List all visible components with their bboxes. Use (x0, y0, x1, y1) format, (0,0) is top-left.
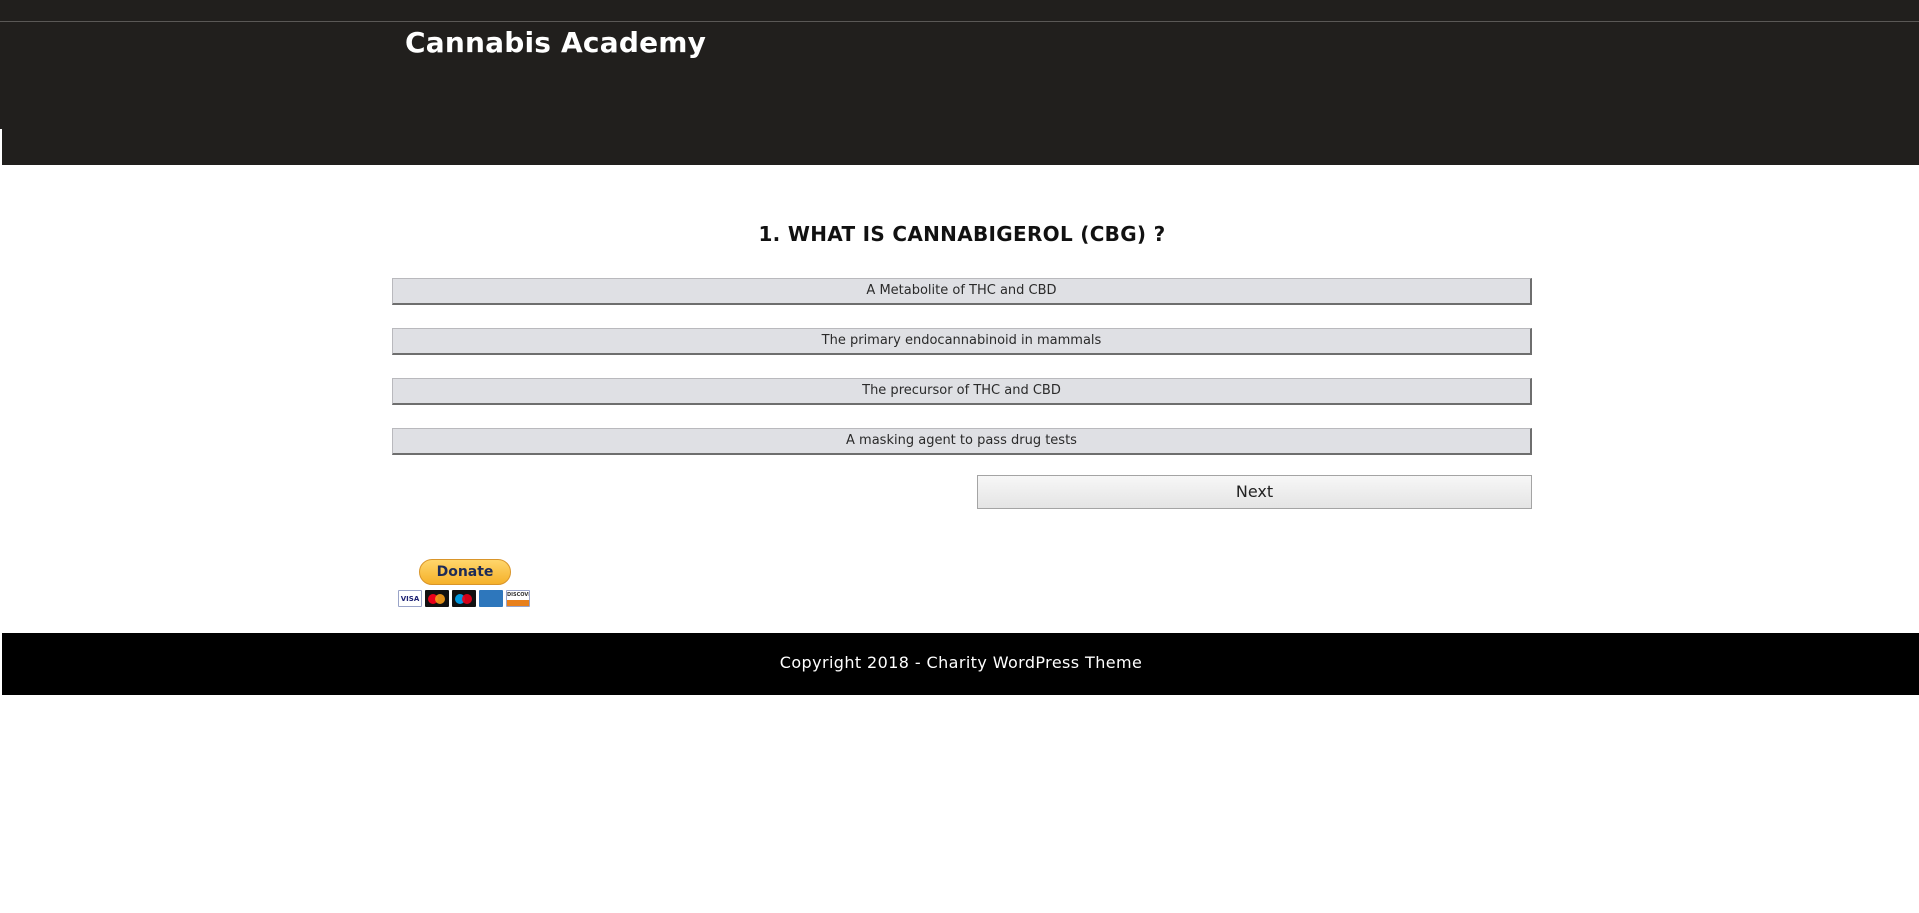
site-header (2, 22, 1919, 165)
site-footer: Copyright 2018 - Charity WordPress Theme (2, 633, 1919, 695)
top-bar (0, 0, 1919, 22)
answer-option-1[interactable]: A Metabolite of THC and CBD (392, 278, 1532, 305)
visa-icon: VISA (398, 590, 422, 607)
donate-button[interactable]: Donate (419, 559, 511, 585)
payment-cards: VISA DISCOVER (398, 590, 530, 607)
answer-option-4[interactable]: A masking agent to pass drug tests (392, 428, 1532, 455)
mastercard-icon (425, 590, 449, 607)
question-title: 1. WHAT IS CANNABIGEROL (CBG) ? (758, 222, 1166, 246)
discover-icon: DISCOVER (506, 590, 530, 607)
answer-option-3[interactable]: The precursor of THC and CBD (392, 378, 1532, 405)
next-button[interactable]: Next (977, 475, 1532, 509)
copyright-text: Copyright 2018 - Charity WordPress Theme (779, 653, 1143, 672)
answer-option-2[interactable]: The primary endocannabinoid in mammals (392, 328, 1532, 355)
amex-icon (479, 590, 503, 607)
discover-label: DISCOVER (507, 592, 529, 598)
site-title[interactable]: Cannabis Academy (405, 26, 706, 59)
maestro-icon (452, 590, 476, 607)
